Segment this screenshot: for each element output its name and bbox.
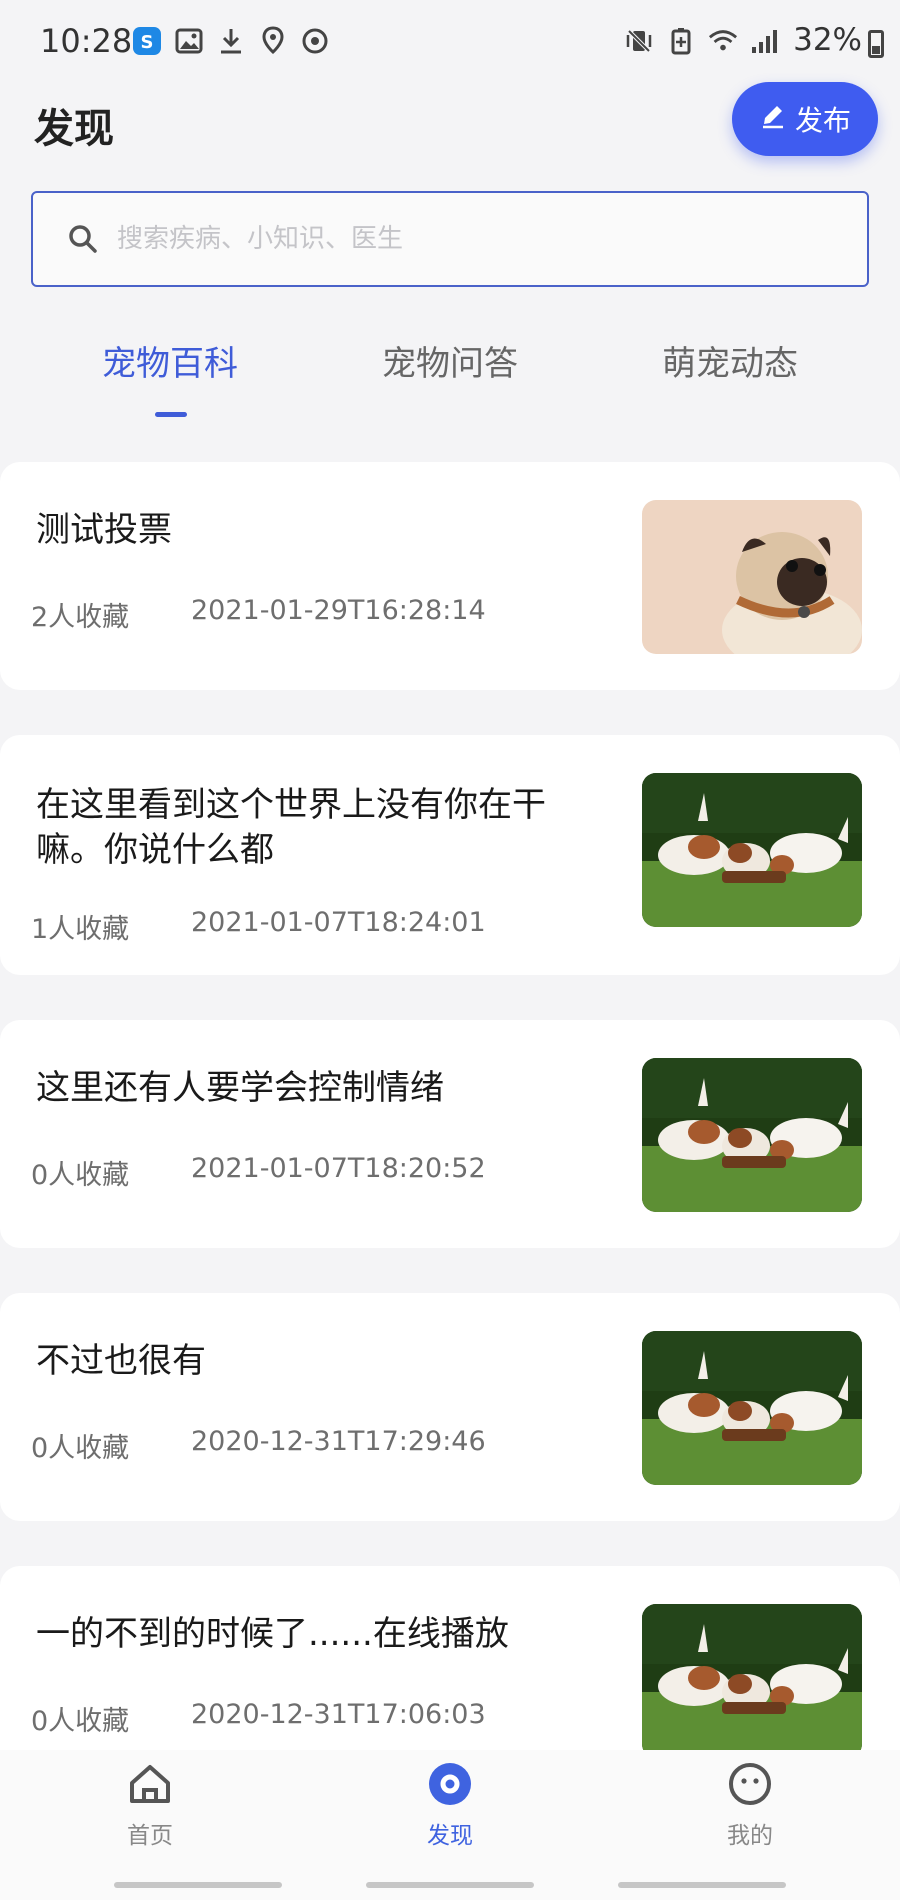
battery-icon [868, 30, 884, 58]
article-date: 2021-01-29T16:28:14 [191, 595, 486, 626]
discover-icon [426, 1760, 474, 1808]
article-title: 测试投票 [36, 510, 172, 550]
discover-screen: 10:28 S 32% 发现 发布 搜索疾病、小知识、医生 宠物百科 宠物问答 … [0, 0, 900, 1900]
puppies-photo [642, 1331, 862, 1485]
search-input[interactable] [117, 224, 867, 254]
pencil-icon [759, 102, 787, 137]
publish-button[interactable]: 发布 [732, 82, 878, 156]
status-left-icons: S [132, 26, 330, 56]
nav-discover[interactable]: 发现 [350, 1760, 550, 1850]
article-favorites: 2人收藏 [31, 602, 130, 633]
article-date: 2021-01-07T18:20:52 [191, 1153, 486, 1184]
article-title: 一的不到的时候了......在线播放 [36, 1614, 509, 1654]
bottom-nav: 首页 发现 我的 [0, 1750, 900, 1900]
article-card[interactable]: 在这里看到这个世界上没有你在干嘛。你说什么都 1人收藏 2021-01-07T1… [0, 735, 900, 975]
status-right-icons [624, 26, 780, 56]
article-date: 2020-12-31T17:06:03 [191, 1699, 486, 1730]
active-tab-indicator [155, 412, 187, 417]
nav-profile[interactable]: 我的 [650, 1760, 850, 1850]
vibrate-icon [624, 26, 654, 56]
battery-percent: 32% [793, 22, 862, 58]
article-card[interactable]: 不过也很有 0人收藏 2020-12-31T17:29:46 [0, 1293, 900, 1521]
wifi-icon [708, 26, 738, 56]
category-tabs: 宠物百科 宠物问答 萌宠动态 [0, 336, 900, 426]
home-icon [126, 1760, 174, 1808]
svg-text:S: S [141, 32, 154, 53]
nav-label-discover: 发现 [427, 1823, 473, 1849]
status-bar: 10:28 S 32% [0, 0, 900, 84]
article-favorites: 0人收藏 [31, 1706, 130, 1737]
puppies-photo [642, 1604, 862, 1758]
article-title: 在这里看到这个世界上没有你在干嘛。你说什么都 [36, 785, 546, 870]
puppies-photo [642, 1058, 862, 1212]
tab-pet-qa[interactable]: 宠物问答 [300, 336, 600, 385]
nav-label-home: 首页 [127, 1823, 173, 1849]
signal-icon [750, 26, 780, 56]
puppies-photo [642, 773, 862, 927]
article-title: 不过也很有 [36, 1341, 206, 1381]
s-app-icon: S [132, 26, 162, 56]
search-icon [67, 223, 99, 255]
location-icon [258, 26, 288, 56]
article-card[interactable]: 这里还有人要学会控制情绪 0人收藏 2021-01-07T18:20:52 [0, 1020, 900, 1248]
search-box[interactable] [31, 191, 869, 287]
sync-icon [300, 26, 330, 56]
article-title: 这里还有人要学会控制情绪 [36, 1068, 444, 1108]
publish-label: 发布 [794, 104, 851, 137]
gesture-bar-center [366, 1882, 534, 1888]
gallery-icon [174, 26, 204, 56]
article-favorites: 1人收藏 [31, 914, 130, 945]
article-date: 2020-12-31T17:29:46 [191, 1426, 486, 1457]
page-title: 发现 [34, 106, 114, 152]
pug-photo [642, 500, 862, 654]
download-icon [216, 26, 246, 56]
gesture-bar-right [618, 1882, 786, 1888]
article-favorites: 0人收藏 [31, 1433, 130, 1464]
tab-pet-encyclopedia[interactable]: 宠物百科 [20, 336, 320, 385]
profile-icon [726, 1760, 774, 1808]
nav-label-profile: 我的 [727, 1823, 773, 1849]
battery-saver-icon [666, 26, 696, 56]
status-time: 10:28 [40, 22, 133, 60]
article-favorites: 0人收藏 [31, 1160, 130, 1191]
tab-pet-moments[interactable]: 萌宠动态 [580, 336, 880, 385]
nav-home[interactable]: 首页 [50, 1760, 250, 1850]
article-date: 2021-01-07T18:24:01 [191, 907, 486, 938]
article-card[interactable]: 测试投票 2人收藏 2021-01-29T16:28:14 [0, 462, 900, 690]
gesture-bar-left [114, 1882, 282, 1888]
